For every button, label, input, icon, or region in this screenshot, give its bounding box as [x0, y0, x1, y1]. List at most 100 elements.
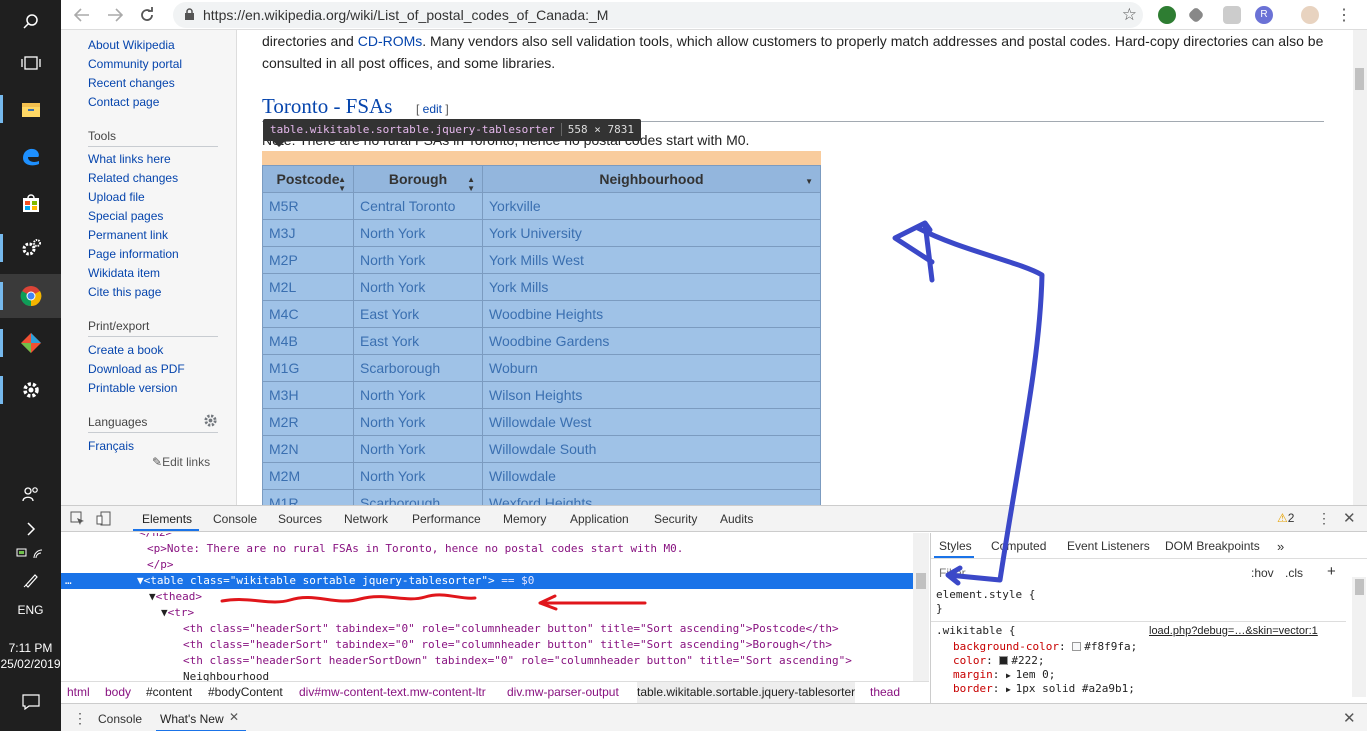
extension-pen-icon[interactable] [1187, 6, 1205, 24]
warnings-badge[interactable]: ⚠2 [1277, 511, 1294, 525]
style-property[interactable]: color: #222; [953, 654, 1045, 668]
cell-borough[interactable]: North York [353, 273, 483, 301]
task-view-icon[interactable] [0, 41, 61, 85]
cd-roms-link[interactable]: CD-ROMs [358, 33, 423, 49]
cell-neighbourhood[interactable]: Willowdale South [482, 435, 821, 463]
code-line[interactable]: <th class="headerSort" tabindex="0" role… [61, 621, 913, 637]
profile-avatar[interactable] [1301, 6, 1319, 24]
git-icon[interactable] [0, 321, 61, 365]
cell-neighbourhood[interactable]: Woodbine Heights [482, 300, 821, 328]
code-line[interactable]: <th class="headerSort" tabindex="0" role… [61, 637, 913, 653]
header-neighbourhood[interactable]: Neighbourhood ▼ [482, 165, 821, 193]
extension-grid-icon[interactable] [1223, 6, 1241, 24]
style-property[interactable]: background-color: #f8f9fa; [953, 640, 1137, 654]
tab-console[interactable]: Console [213, 512, 257, 526]
action-center-icon[interactable] [0, 680, 61, 724]
cell-neighbourhood[interactable]: York Mills [482, 273, 821, 301]
hov-toggle[interactable]: :hov [1251, 566, 1274, 580]
breadcrumb-item[interactable]: html [67, 682, 90, 703]
reload-icon[interactable] [136, 4, 158, 26]
expand-triangle-icon[interactable]: ▶ [1006, 671, 1016, 680]
color-swatch[interactable] [999, 656, 1009, 665]
back-icon[interactable] [71, 4, 93, 26]
expand-triangle-icon[interactable]: ▼ [137, 574, 144, 587]
drawer-tab-console[interactable]: Console [98, 712, 142, 726]
sidebar-link-wikidata[interactable]: Wikidata item [88, 266, 160, 280]
breadcrumb-item[interactable]: #bodyContent [208, 682, 283, 703]
cls-toggle[interactable]: .cls [1285, 566, 1303, 580]
address-bar[interactable]: https://en.wikipedia.org/wiki/List_of_po… [173, 2, 1143, 28]
sidebar-link-permanent[interactable]: Permanent link [88, 228, 168, 242]
sidebar-link-pdf[interactable]: Download as PDF [88, 362, 185, 376]
wikitable-rule-selector[interactable]: .wikitable { [936, 624, 1015, 638]
styles-scrollbar[interactable] [1352, 577, 1366, 697]
cell-borough[interactable]: North York [353, 462, 483, 490]
sidebar-link-page-info[interactable]: Page information [88, 247, 179, 261]
cell-neighbourhood[interactable]: York Mills West [482, 246, 821, 274]
drawer-tab-whats-new[interactable]: What's New [160, 712, 224, 726]
file-explorer-icon[interactable] [0, 87, 61, 131]
cell-neighbourhood[interactable]: Yorkville [482, 192, 821, 220]
header-borough[interactable]: Borough ▲ ▼ [353, 165, 483, 193]
more-icon[interactable]: … [65, 573, 72, 589]
cell-borough[interactable]: Scarborough [353, 354, 483, 382]
sidebar-link-contact[interactable]: Contact page [88, 95, 159, 109]
chrome-menu-icon[interactable]: ⋮ [1333, 4, 1355, 26]
sidebar-link-upload[interactable]: Upload file [88, 190, 145, 204]
sidebar-link-what-links[interactable]: What links here [88, 152, 171, 166]
cell-borough[interactable]: Central Toronto [353, 192, 483, 220]
cell-borough[interactable]: Scarborough [353, 489, 483, 505]
tab-dom-breakpoints[interactable]: DOM Breakpoints [1165, 539, 1260, 553]
more-tabs-icon[interactable]: » [1277, 539, 1284, 554]
cell-neighbourhood[interactable]: Woodbine Gardens [482, 327, 821, 355]
sidebar-link-recent[interactable]: Recent changes [88, 76, 175, 90]
tab-security[interactable]: Security [654, 512, 697, 526]
code-line[interactable]: </h2> [61, 533, 913, 541]
style-property[interactable]: border: ▶ 1px solid #a2a9b1; [953, 682, 1135, 697]
inspect-element-icon[interactable] [70, 511, 85, 529]
header-postcode[interactable]: Postcode ▲ ▼ [262, 165, 354, 193]
sidebar-link-cite[interactable]: Cite this page [88, 285, 161, 299]
forward-icon[interactable] [104, 4, 126, 26]
close-devtools-icon[interactable]: ✕ [1343, 509, 1356, 527]
breadcrumb-item[interactable]: div.mw-parser-output [507, 682, 619, 703]
elements-scroll-thumb[interactable] [916, 573, 926, 589]
edit-link[interactable]: edit [423, 102, 442, 116]
breadcrumb-item[interactable]: body [105, 682, 131, 703]
bookmark-star-icon[interactable]: ☆ [1122, 5, 1137, 25]
edge-icon[interactable] [0, 134, 61, 178]
devtools-menu-icon[interactable]: ⋮ [1317, 510, 1331, 527]
styles-filter-input[interactable] [935, 564, 1240, 582]
settings-icon[interactable] [0, 368, 61, 412]
extension-r-icon[interactable]: R [1255, 6, 1273, 24]
settings-gear-icon[interactable] [0, 226, 61, 270]
sidebar-link-about[interactable]: About Wikipedia [88, 38, 175, 52]
page-scrollbar[interactable] [1353, 30, 1367, 505]
tab-elements[interactable]: Elements [142, 512, 192, 526]
tab-network[interactable]: Network [344, 512, 388, 526]
cell-neighbourhood[interactable]: Wexford Heights [482, 489, 821, 505]
expand-triangle-icon[interactable]: ▼ [161, 606, 168, 619]
drawer-menu-icon[interactable]: ⋮ [73, 710, 87, 727]
sidebar-link-community[interactable]: Community portal [88, 57, 182, 71]
cell-borough[interactable]: North York [353, 408, 483, 436]
cell-neighbourhood[interactable]: Willowdale [482, 462, 821, 490]
breadcrumb-item[interactable]: #content [146, 682, 192, 703]
cell-borough[interactable]: North York [353, 219, 483, 247]
code-line[interactable]: </p> [61, 557, 913, 573]
styles-scroll-thumb[interactable] [1355, 579, 1364, 595]
tab-performance[interactable]: Performance [412, 512, 481, 526]
sidebar-link-francais[interactable]: Français [88, 439, 134, 453]
device-toolbar-icon[interactable] [96, 511, 111, 529]
breadcrumb-item[interactable]: div#mw-content-text.mw-content-ltr [299, 682, 486, 703]
tab-sources[interactable]: Sources [278, 512, 322, 526]
sidebar-link-printable[interactable]: Printable version [88, 381, 177, 395]
close-tab-icon[interactable]: ✕ [229, 710, 239, 724]
color-swatch[interactable] [1072, 642, 1082, 651]
page-scroll-thumb[interactable] [1355, 68, 1364, 90]
cell-neighbourhood[interactable]: Wilson Heights [482, 381, 821, 409]
edit-links[interactable]: ✎Edit links [152, 455, 210, 469]
cell-borough[interactable]: East York [353, 327, 483, 355]
sidebar-link-create-book[interactable]: Create a book [88, 343, 163, 357]
code-line[interactable]: ▼<tr> [61, 605, 913, 621]
